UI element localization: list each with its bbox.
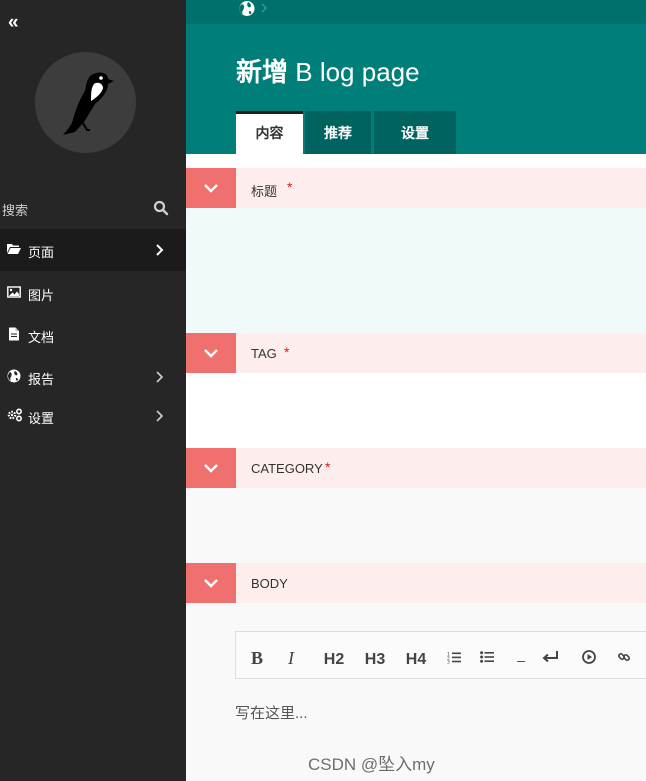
sidebar-item-label: 报告 (28, 372, 55, 387)
horizontal-rule-button[interactable]: – (514, 632, 528, 678)
sidebar: « 搜索 页面 图片 文档 报告 设置 (0, 0, 186, 781)
panel-header-category: CATEGORY * (186, 448, 646, 488)
link-icon[interactable] (617, 650, 631, 664)
ordered-list-icon[interactable]: 1 2 3 (447, 651, 461, 664)
bullet-list-icon[interactable] (480, 651, 494, 663)
globe-icon (7, 369, 21, 383)
collapse-sidebar-icon[interactable]: « (8, 13, 24, 32)
panel-label: BODY (251, 576, 288, 591)
cogs-icon (7, 408, 23, 422)
svg-text:3: 3 (447, 660, 450, 664)
page-header: 新增 B log page 内容 推荐 设置 (186, 24, 646, 154)
sidebar-item-documents[interactable]: 文档 (0, 314, 186, 356)
sidebar-item-label: 文档 (28, 330, 55, 345)
embed-media-icon[interactable] (582, 650, 596, 664)
required-marker: * (287, 179, 293, 195)
panel-label: 标题 (251, 184, 278, 199)
sidebar-item-images[interactable]: 图片 (0, 272, 186, 314)
bird-logo-icon (63, 72, 114, 135)
chevron-right-icon (156, 410, 164, 422)
editor-toolbar: B I H2 H3 H4 1 2 3 – (235, 631, 646, 679)
tab-promote[interactable]: 推荐 (305, 111, 371, 154)
sidebar-item-label: 页面 (28, 245, 55, 260)
tag-input[interactable] (186, 373, 646, 448)
sidebar-item-reports[interactable]: 报告 (0, 356, 186, 398)
tab-content[interactable]: 内容 (236, 111, 303, 154)
required-marker: * (284, 344, 290, 360)
category-input[interactable] (186, 488, 646, 563)
chevron-down-icon (204, 184, 218, 193)
chevron-down-icon (204, 579, 218, 588)
panel-header-title: 标题 * (186, 168, 646, 208)
watermark: CSDN @坠入my (308, 755, 435, 774)
search-icon[interactable] (153, 200, 169, 216)
main-content: 新增 B log page 内容 推荐 设置 标题 * TAG * CATEGO… (186, 0, 646, 781)
heading-4-button[interactable]: H4 (402, 632, 430, 678)
chevron-right-icon (156, 244, 164, 256)
sidebar-search[interactable]: 搜索 (0, 192, 186, 224)
panel-label: TAG (251, 346, 277, 361)
bold-button[interactable]: B (246, 632, 268, 678)
sidebar-item-label: 图片 (28, 288, 55, 303)
panel-toggle-button[interactable] (186, 563, 236, 603)
image-icon (7, 286, 21, 298)
page-title: 新增 B log page (236, 52, 420, 89)
title-input[interactable] (186, 208, 646, 333)
document-icon (9, 327, 19, 341)
panel-label: CATEGORY (251, 461, 323, 476)
chevron-right-icon (261, 3, 267, 13)
italic-button[interactable]: I (280, 632, 302, 678)
panel-toggle-button[interactable] (186, 333, 236, 373)
required-marker: * (325, 459, 331, 475)
sidebar-item-pages[interactable]: 页面 (0, 229, 186, 271)
panel-toggle-button[interactable] (186, 448, 236, 488)
panel-header-tag: TAG * (186, 333, 646, 373)
line-break-icon[interactable] (542, 650, 559, 664)
tab-settings[interactable]: 设置 (374, 111, 456, 154)
globe-icon[interactable] (238, 0, 256, 18)
page-title-type: B log page (295, 57, 420, 87)
sidebar-item-settings[interactable]: 设置 (0, 395, 186, 437)
folder-open-icon (7, 244, 21, 254)
search-label: 搜索 (2, 203, 29, 218)
panel-toggle-button[interactable] (186, 168, 236, 208)
chevron-down-icon (204, 464, 218, 473)
breadcrumb (186, 0, 646, 24)
page-title-action: 新增 (236, 57, 289, 87)
editor-placeholder: 写在这里... (235, 705, 308, 722)
sidebar-item-label: 设置 (28, 411, 55, 426)
chevron-right-icon (156, 371, 164, 383)
panel-header-body: BODY (186, 563, 646, 603)
heading-3-button[interactable]: H3 (361, 632, 389, 678)
heading-2-button[interactable]: H2 (320, 632, 348, 678)
chevron-down-icon (204, 349, 218, 358)
wagtail-logo[interactable] (35, 52, 136, 153)
